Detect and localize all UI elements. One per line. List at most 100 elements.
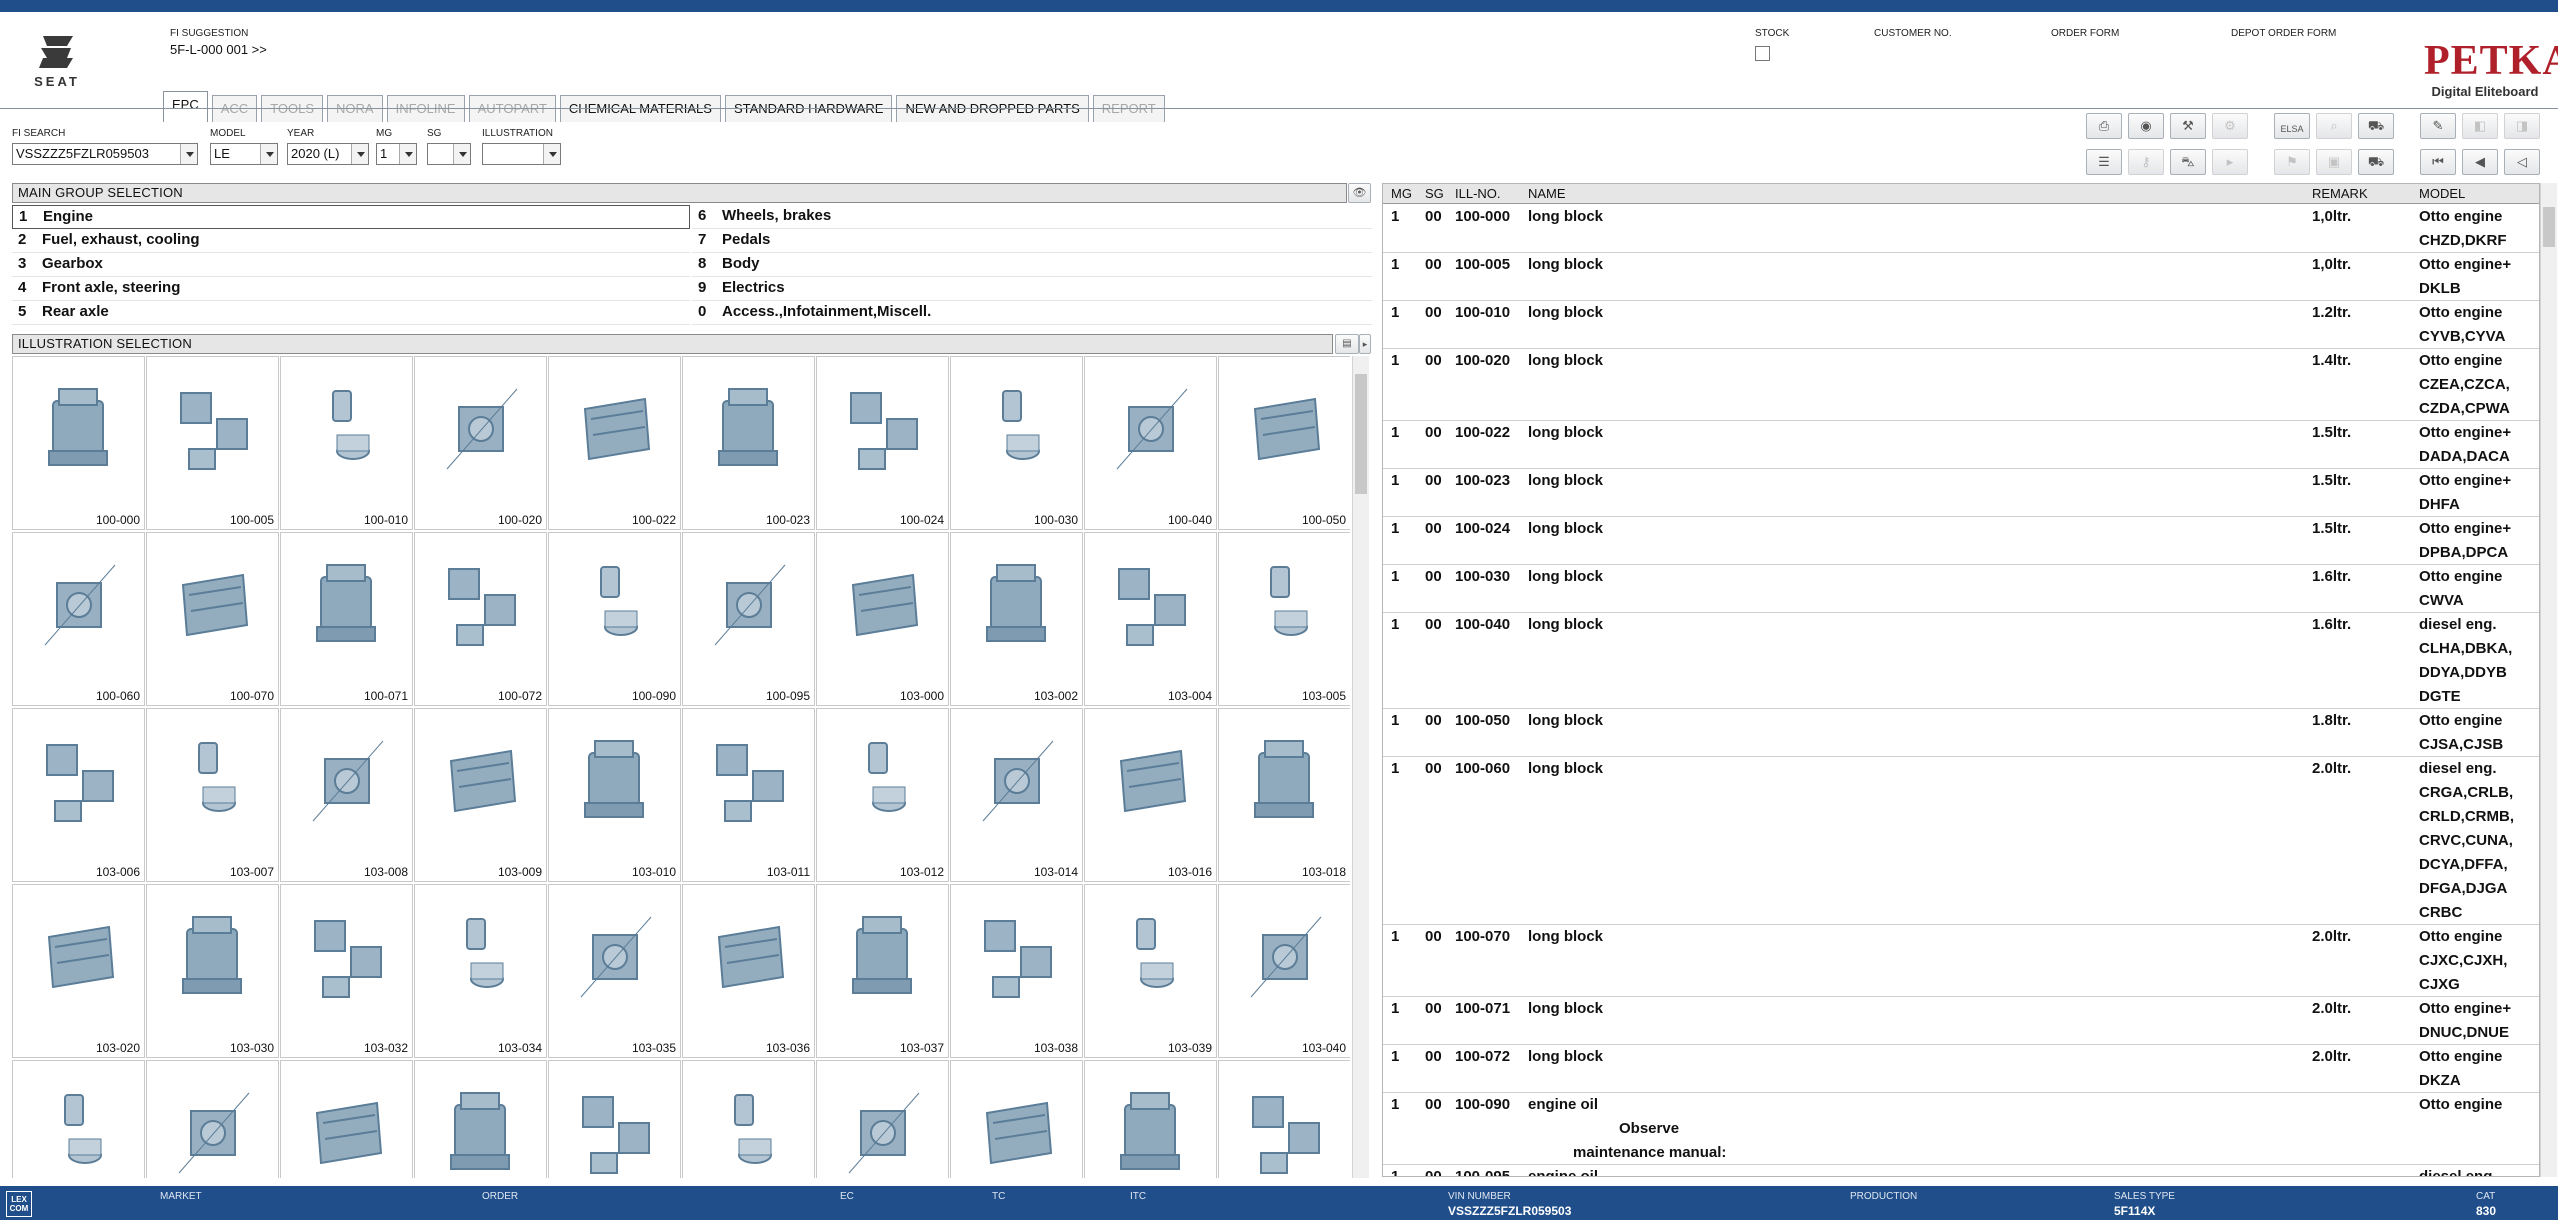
illustration-tile[interactable] (146, 1060, 279, 1178)
col-name[interactable]: NAME (1528, 184, 1566, 203)
model-select[interactable]: LE (210, 143, 278, 165)
main-group-item-0[interactable]: 0 Access.,Infotainment,Miscell. (692, 301, 1372, 325)
col-mg[interactable]: MG (1391, 184, 1412, 203)
print-icon[interactable]: ⎙ (2086, 113, 2122, 139)
illustration-tile[interactable]: 100-050 (1218, 356, 1350, 530)
back-disabled-icon[interactable]: ◧ (2462, 113, 2498, 139)
flag-disabled-icon[interactable]: ⚑ (2274, 149, 2310, 175)
key-icon[interactable]: ⚷ (2128, 149, 2164, 175)
main-group-item-6[interactable]: 6 Wheels, brakes (692, 205, 1372, 229)
previous-icon[interactable]: ◀ (2462, 149, 2498, 175)
illustration-tile[interactable] (682, 1060, 815, 1178)
order-form-field[interactable]: ORDER FORM (2051, 28, 2119, 39)
fi-suggestion-link[interactable]: 5F-L-000 001 >> (170, 42, 267, 57)
col-remark[interactable]: REMARK (2312, 184, 2368, 203)
main-group-item-1[interactable]: 1 Engine (12, 205, 690, 229)
illustration-tile[interactable]: 103-008 (280, 708, 413, 882)
parts-scrollbar[interactable] (2540, 183, 2557, 1177)
search-disabled-icon[interactable]: ⌕ (2316, 113, 2352, 139)
illustration-tile[interactable]: 100-022 (548, 356, 681, 530)
col-model[interactable]: MODEL (2419, 184, 2465, 203)
col-ill-no[interactable]: ILL-NO. (1455, 184, 1501, 203)
illustration-tile[interactable]: 100-020 (414, 356, 547, 530)
table-row[interactable]: 1 00 100-022 long block 1.5ltr. Otto engine+ D… (1383, 421, 2539, 469)
illustration-tile[interactable]: 100-005 (146, 356, 279, 530)
table-row[interactable]: 1 00 100-010 long block 1.2ltr. Otto engine CY… (1383, 301, 2539, 349)
illustration-select[interactable] (482, 143, 561, 165)
parts-scroll-thumb[interactable] (2543, 207, 2555, 247)
illustration-tile[interactable]: 103-035 (548, 884, 681, 1058)
table-row[interactable]: 1 00 100-050 long block 1.8ltr. Otto engine CJ… (1383, 709, 2539, 757)
table-row[interactable]: 1 00 100-060 long block 2.0ltr. diesel eng. CR… (1383, 757, 2539, 925)
catalog-icon[interactable]: ◉ (2128, 113, 2164, 139)
table-row[interactable]: 1 00 100-024 long block 1.5ltr. Otto engine+ D… (1383, 517, 2539, 565)
illustration-tile[interactable]: 100-072 (414, 532, 547, 706)
next-disabled-icon[interactable]: ▸ (2212, 149, 2248, 175)
illustration-tile[interactable]: 103-009 (414, 708, 547, 882)
illustration-tile[interactable]: 103-018 (1218, 708, 1350, 882)
illustration-tile[interactable]: 103-040 (1218, 884, 1350, 1058)
illustration-tile[interactable] (414, 1060, 547, 1178)
chevron-down-icon[interactable] (351, 144, 368, 164)
view-toggle-icon[interactable]: ▤ (1335, 334, 1359, 354)
mg-select[interactable]: 1 (376, 143, 417, 165)
illustration-tile[interactable]: 103-011 (682, 708, 815, 882)
illustration-tile[interactable]: 103-020 (12, 884, 145, 1058)
illustration-tile[interactable]: 100-095 (682, 532, 815, 706)
cart-add-icon[interactable]: ⛟ (2358, 113, 2394, 139)
illustration-tile[interactable]: 103-007 (146, 708, 279, 882)
illustration-tile[interactable]: 100-010 (280, 356, 413, 530)
illustration-tile[interactable]: 103-037 (816, 884, 949, 1058)
illustration-tile[interactable] (12, 1060, 145, 1178)
expand-icon[interactable]: ▸ (1359, 334, 1371, 354)
year-select[interactable]: 2020 (L) (287, 143, 369, 165)
customer-no-field[interactable]: CUSTOMER NO. (1874, 28, 1952, 39)
table-row[interactable]: 1 00 100-040 long block 1.6ltr. diesel eng. CL… (1383, 613, 2539, 709)
illustration-tile[interactable]: 100-040 (1084, 356, 1217, 530)
chevron-down-icon[interactable] (453, 144, 470, 164)
illustration-tile[interactable]: 100-000 (12, 356, 145, 530)
illustration-tile[interactable] (816, 1060, 949, 1178)
fi-search-input[interactable]: VSSZZZ5FZLR059503 (12, 143, 198, 165)
table-row[interactable]: 1 00 100-071 long block 2.0ltr. Otto engine+ D… (1383, 997, 2539, 1045)
illustration-tile[interactable]: 100-070 (146, 532, 279, 706)
sg-select[interactable] (427, 143, 471, 165)
tab-epc[interactable]: EPC (163, 91, 208, 122)
main-group-item-7[interactable]: 7 Pedals (692, 229, 1372, 253)
wrench-icon[interactable]: ⚒ (2170, 113, 2206, 139)
chevron-down-icon[interactable] (260, 144, 277, 164)
table-row[interactable]: 1 00 100-005 long block 1,0ltr. Otto engine+ D… (1383, 253, 2539, 301)
eye-icon[interactable]: 👁 (1348, 183, 1371, 203)
chevron-down-icon[interactable] (180, 144, 197, 164)
illustration-tile[interactable]: 100-060 (12, 532, 145, 706)
tools-disabled-icon[interactable]: ⚙ (2212, 113, 2248, 139)
main-group-item-9[interactable]: 9 Electrics (692, 277, 1372, 301)
illustration-tile[interactable]: 103-006 (12, 708, 145, 882)
table-row[interactable]: 1 00 100-000 long block 1,0ltr. Otto engine CH… (1383, 205, 2539, 253)
forward-disabled-icon[interactable]: ◨ (2504, 113, 2540, 139)
table-row[interactable]: 1 00 100-030 long block 1.6ltr. Otto engine CW… (1383, 565, 2539, 613)
illustration-tile[interactable]: 103-030 (146, 884, 279, 1058)
illustration-tile[interactable]: 100-090 (548, 532, 681, 706)
illustration-tile[interactable]: 103-034 (414, 884, 547, 1058)
pin-icon[interactable]: ✎ (2420, 113, 2456, 139)
first-icon[interactable]: ⏮ (2420, 149, 2456, 175)
illustration-tile[interactable]: 103-002 (950, 532, 1083, 706)
table-row[interactable]: 1 00 100-072 long block 2.0ltr. Otto engine DK… (1383, 1045, 2539, 1093)
main-group-item-5[interactable]: 5 Rear axle (12, 301, 690, 325)
illustration-tile[interactable]: 103-016 (1084, 708, 1217, 882)
illustration-tile[interactable]: 103-032 (280, 884, 413, 1058)
chevron-down-icon[interactable] (543, 144, 560, 164)
illustration-tile[interactable]: 103-004 (1084, 532, 1217, 706)
illustration-tile[interactable]: 100-071 (280, 532, 413, 706)
table-row[interactable]: 1 00 100-095 engine oil diesel eng. (1383, 1165, 2539, 1176)
illustration-tile[interactable]: 100-030 (950, 356, 1083, 530)
depot-order-form-field[interactable]: DEPOT ORDER FORM (2231, 28, 2336, 39)
illustration-tile[interactable] (280, 1060, 413, 1178)
illustration-tile[interactable]: 100-023 (682, 356, 815, 530)
illustration-tile[interactable]: 103-010 (548, 708, 681, 882)
table-row[interactable]: 1 00 100-090 engine oil Otto engine Observe ma… (1383, 1093, 2539, 1165)
illustration-tile[interactable] (548, 1060, 681, 1178)
main-group-item-4[interactable]: 4 Front axle, steering (12, 277, 690, 301)
illustration-tile[interactable]: 103-039 (1084, 884, 1217, 1058)
